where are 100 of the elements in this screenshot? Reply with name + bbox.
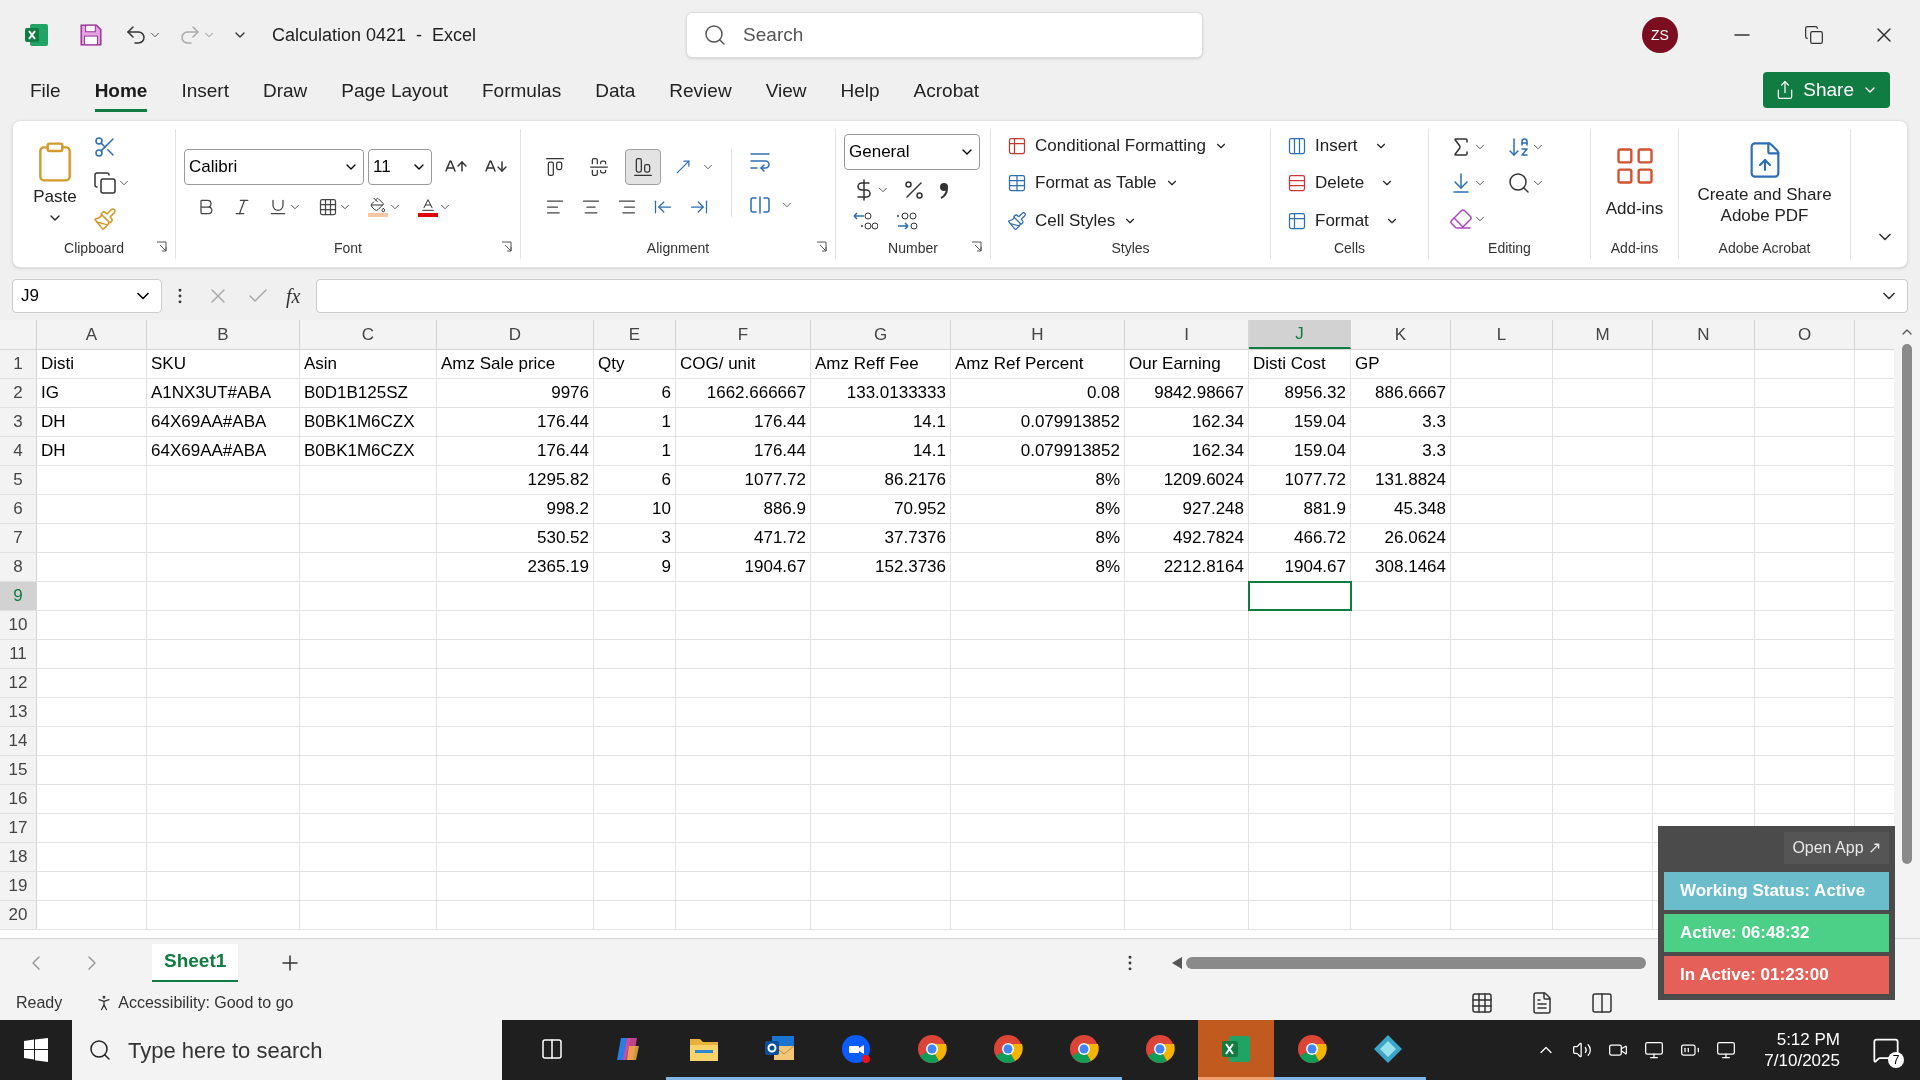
cell-text: 927.248 [1182,498,1244,521]
row-header: 10 [0,611,37,639]
cells-command[interactable]: Format [1287,207,1399,234]
dialog-launcher-icon[interactable] [501,241,512,252]
fill-color-icon[interactable] [368,197,388,217]
undo-icon[interactable] [124,23,148,47]
decrease-decimal-icon[interactable] [894,210,920,232]
ribbon-tab[interactable]: View [765,76,807,112]
create-pdf-button[interactable]: Create and Share Adobe PDF [1687,139,1842,227]
window-title: Calculation 0421 - Excel [272,23,477,47]
horizontal-scrollbar[interactable] [1186,956,1646,969]
page-layout-icon[interactable] [1530,991,1554,1015]
display-icon[interactable] [1644,1040,1665,1060]
font-color-icon[interactable] [418,197,438,217]
save-icon[interactable] [78,22,104,48]
open-app-link[interactable]: Open App ↗ [1784,832,1889,864]
top-align-icon[interactable] [545,157,565,177]
cell-text: 886.6667 [1375,382,1446,405]
font-name-dropdown[interactable]: Calibri [184,149,364,185]
add-ins-button[interactable]: Add-ins [1599,144,1670,222]
group-label: Add-ins [1610,238,1659,258]
ribbon-tab[interactable]: Insert [181,76,229,112]
name-box[interactable]: J9 [12,279,162,313]
row-header: 3 [0,408,37,436]
search-icon[interactable] [703,23,728,47]
copy-icon[interactable] [93,171,117,195]
dialog-launcher-icon[interactable] [156,241,167,252]
search-icon[interactable] [88,1038,112,1062]
cell-text: 159.04 [1294,440,1346,463]
share-button[interactable]: Share [1763,72,1890,108]
ribbon-tab[interactable]: Page Layout [341,76,448,112]
cell-text: 70.952 [894,498,946,521]
formula-input[interactable] [316,279,1908,313]
browser-icon[interactable] [993,1033,1023,1064]
cells-command[interactable]: Insert [1287,132,1399,159]
ribbon-tab[interactable]: Review [669,76,732,112]
bottom-align-icon[interactable] [633,157,653,177]
search-field[interactable]: Search [686,12,1204,58]
video-call-icon[interactable] [841,1033,871,1064]
command-icon[interactable] [1287,173,1307,193]
ribbon-tab[interactable]: Data [595,76,636,112]
start-button[interactable] [24,1038,48,1062]
merge-icon[interactable] [748,193,772,217]
ribbon-tab[interactable]: Formulas [482,76,562,112]
command-icon[interactable] [1007,135,1027,156]
command-icon[interactable] [1287,210,1307,231]
volume-icon[interactable] [1572,1040,1593,1060]
dialog-launcher-icon[interactable] [971,241,982,252]
taskbar-search-field[interactable]: Type here to search [72,1020,502,1080]
number-format-dropdown[interactable]: General [844,134,980,170]
ribbon-tab[interactable]: Help [840,76,880,112]
ribbon-tab[interactable]: Acrobat [913,76,980,112]
accessibility-status[interactable]: Accessibility: Good to go [118,991,294,1015]
styles-command[interactable]: Conditional Formatting [1007,132,1229,159]
group-label: Editing [1488,238,1531,258]
cells-command[interactable]: Delete [1287,170,1399,196]
percent-icon[interactable] [902,178,926,202]
vertical-scrollbar[interactable] [1902,344,1912,864]
sort-filter-icon[interactable] [1507,135,1531,159]
middle-align-icon[interactable] [589,157,609,177]
find-icon[interactable] [1507,171,1531,195]
clear-icon[interactable] [1449,207,1473,231]
browser-icon[interactable] [917,1033,947,1064]
restore-icon[interactable] [1804,25,1824,45]
browser-icon[interactable] [1145,1033,1175,1064]
paste-button[interactable]: Paste [33,140,77,226]
command-icon[interactable] [1287,135,1307,156]
borders-icon[interactable] [318,197,338,217]
normal-view-icon[interactable] [1470,991,1494,1015]
dialog-launcher-icon[interactable] [816,241,827,252]
ribbon-tab[interactable]: File [30,76,61,112]
insert-function-button[interactable]: fx [286,281,301,311]
styles-command[interactable]: Format as Table [1007,170,1229,196]
network-icon[interactable] [1716,1040,1737,1060]
group-label: Number [888,238,938,258]
notifications-button[interactable]: 7 [1868,1032,1904,1068]
command-icon[interactable] [1007,210,1027,231]
scroll-left-icon[interactable] [1172,956,1182,969]
task-view-icon[interactable] [540,1036,564,1061]
increase-decimal-icon[interactable] [852,210,878,232]
comma-style-icon[interactable] [938,181,950,199]
clock[interactable]: 5:12 PM 7/10/2025 [1764,1028,1840,1072]
column-header: M [1553,320,1653,349]
command-icon[interactable] [1007,173,1027,193]
page-break-icon[interactable] [1590,991,1614,1015]
user-avatar[interactable]: ZS [1642,17,1678,53]
styles-command[interactable]: Cell Styles [1007,207,1229,234]
diamond-app-icon[interactable] [1373,1033,1403,1064]
browser-icon[interactable] [1069,1033,1099,1064]
vertical-align-button[interactable] [625,149,661,185]
selected-cell[interactable] [1249,582,1351,610]
ribbon-tab[interactable]: Draw [262,76,308,112]
sheet-tab[interactable]: Sheet1 [152,943,239,982]
underline-icon[interactable] [268,197,288,217]
ribbon-tab[interactable]: Home [94,76,148,112]
cut-icon[interactable] [93,135,117,159]
spreadsheet-icon[interactable] [1221,1034,1251,1063]
browser-icon[interactable] [1297,1033,1327,1064]
font-size-dropdown[interactable]: 11 [368,149,432,185]
cell-text: 8% [1095,556,1120,579]
